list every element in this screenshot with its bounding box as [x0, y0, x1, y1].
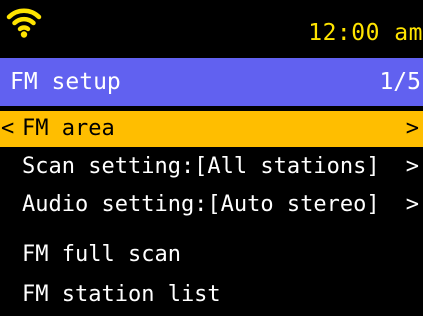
menu-item-label: FM area: [22, 116, 115, 141]
menu-item-fm-station-list[interactable]: FM station list: [0, 277, 423, 313]
menu-item-label: FM station list: [22, 282, 221, 307]
page-indicator: 1/5: [379, 69, 421, 95]
radio-display: 12:00 am FM setup 1/5 < FM area > Scan s…: [0, 0, 423, 316]
menu-item-scan-setting[interactable]: Scan setting:[All stations] >: [0, 149, 423, 185]
menu-item-label: Audio setting:[Auto stereo]: [22, 192, 380, 217]
chevron-right-icon: >: [405, 154, 419, 179]
menu-item-label: FM full scan: [22, 242, 181, 267]
back-arrow-icon[interactable]: <: [1, 113, 14, 145]
page-title: FM setup: [10, 69, 121, 95]
title-bar: FM setup 1/5: [0, 58, 423, 106]
clock-time: 12:00 am: [308, 20, 423, 46]
menu-item-fm-area[interactable]: < FM area >: [0, 111, 423, 147]
menu-item-label: Scan setting:[All stations]: [22, 154, 380, 179]
menu-item-fm-full-scan[interactable]: FM full scan: [0, 237, 423, 273]
menu-item-audio-setting[interactable]: Audio setting:[Auto stereo] >: [0, 187, 423, 223]
chevron-right-icon: >: [405, 116, 419, 141]
status-bar: 12:00 am: [0, 0, 423, 58]
wifi-icon: [6, 8, 42, 38]
chevron-right-icon: >: [405, 192, 419, 217]
